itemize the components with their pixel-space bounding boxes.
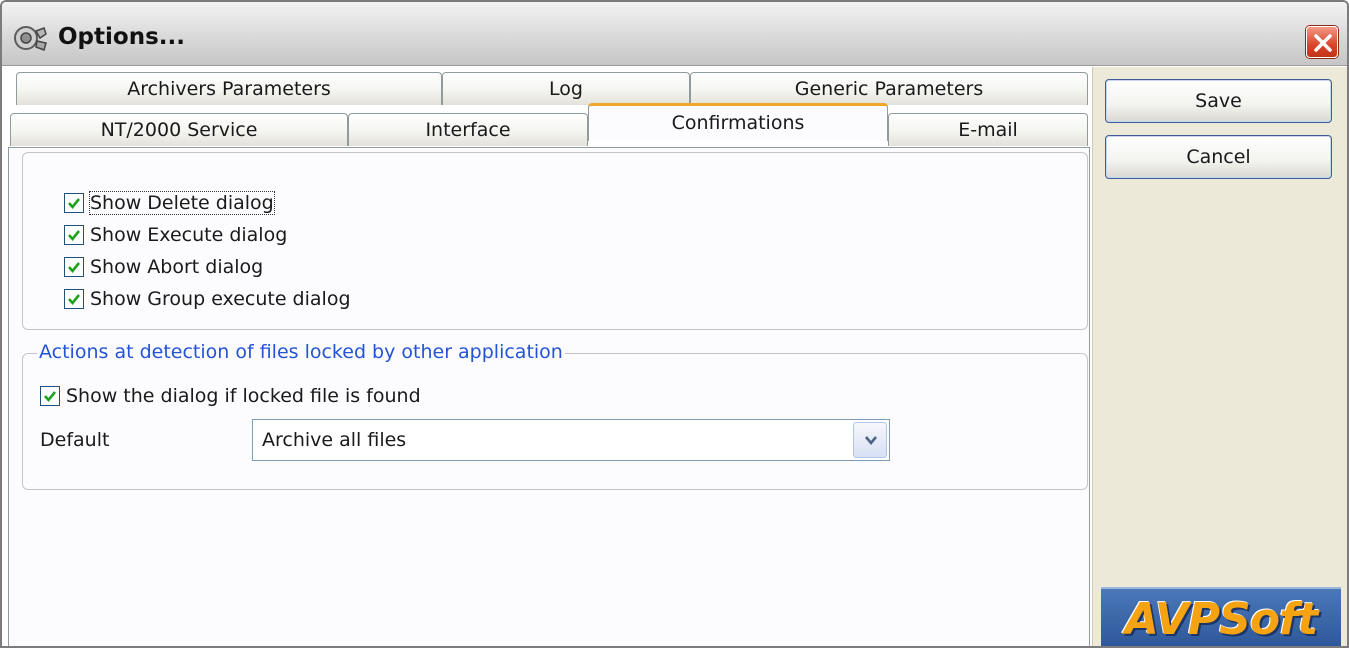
avpsoft-logo: AVPSoft xyxy=(1101,587,1341,646)
check-icon xyxy=(68,198,81,210)
save-button[interactable]: Save xyxy=(1105,79,1332,123)
tab-interface[interactable]: Interface xyxy=(348,113,588,146)
checkbox-box[interactable] xyxy=(64,225,84,245)
checkbox-label: Show Abort dialog xyxy=(90,256,264,278)
tab-label: Confirmations xyxy=(671,112,805,134)
tab-nt2000-service[interactable]: NT/2000 Service xyxy=(10,113,348,146)
tab-label: Generic Parameters xyxy=(794,78,984,100)
tab-label: E-mail xyxy=(958,119,1018,141)
close-icon xyxy=(1314,34,1332,52)
close-button[interactable] xyxy=(1306,26,1338,58)
cancel-button-label: Cancel xyxy=(1186,146,1251,168)
dropdown-button[interactable] xyxy=(853,422,887,458)
tab-label: Log xyxy=(549,78,583,100)
window-title: Options... xyxy=(58,24,185,50)
checkbox-box[interactable] xyxy=(64,193,84,213)
checkbox-label: Show Execute dialog xyxy=(90,224,288,246)
group-legend: Actions at detection of files locked by … xyxy=(37,341,565,363)
checkbox-box[interactable] xyxy=(40,386,60,406)
check-icon xyxy=(44,391,57,403)
show-locked-dialog-checkbox[interactable]: Show the dialog if locked file is found xyxy=(40,382,421,410)
show-group-execute-dialog-checkbox[interactable]: Show Group execute dialog xyxy=(64,285,351,313)
checkbox-label: Show the dialog if locked file is found xyxy=(66,385,421,407)
tab-log[interactable]: Log xyxy=(442,72,690,105)
tab-confirmations[interactable]: Confirmations xyxy=(588,103,888,141)
cancel-button[interactable]: Cancel xyxy=(1105,135,1332,179)
checkbox-label: Show Group execute dialog xyxy=(90,288,351,310)
default-action-select[interactable]: Archive all files xyxy=(252,419,890,461)
show-abort-dialog-checkbox[interactable]: Show Abort dialog xyxy=(64,253,263,281)
select-value: Archive all files xyxy=(262,429,407,451)
checkbox-box[interactable] xyxy=(64,289,84,309)
check-icon xyxy=(68,294,81,306)
tab-label: NT/2000 Service xyxy=(100,119,258,141)
tab-email[interactable]: E-mail xyxy=(888,113,1088,146)
app-gear-icon xyxy=(12,23,52,53)
button-sidebar: Save Cancel AVPSoft xyxy=(1092,67,1347,646)
title-bar[interactable]: Options... xyxy=(2,2,1347,66)
default-label: Default xyxy=(40,429,110,451)
save-button-label: Save xyxy=(1195,90,1242,112)
tab-generic-parameters[interactable]: Generic Parameters xyxy=(690,72,1088,105)
tab-label: Interface xyxy=(425,119,511,141)
options-window: Options... Archivers Parameters Log Gene… xyxy=(0,0,1349,648)
tab-archivers-parameters[interactable]: Archivers Parameters xyxy=(16,72,442,105)
check-icon xyxy=(68,230,81,242)
tab-label: Archivers Parameters xyxy=(127,78,331,100)
check-icon xyxy=(68,262,81,274)
checkbox-label: Show Delete dialog xyxy=(89,191,275,215)
show-delete-dialog-checkbox[interactable]: Show Delete dialog xyxy=(64,189,275,217)
chevron-down-icon xyxy=(865,436,877,446)
checkbox-box[interactable] xyxy=(64,257,84,277)
logo-text: AVPSoft xyxy=(1124,593,1318,645)
show-execute-dialog-checkbox[interactable]: Show Execute dialog xyxy=(64,221,287,249)
